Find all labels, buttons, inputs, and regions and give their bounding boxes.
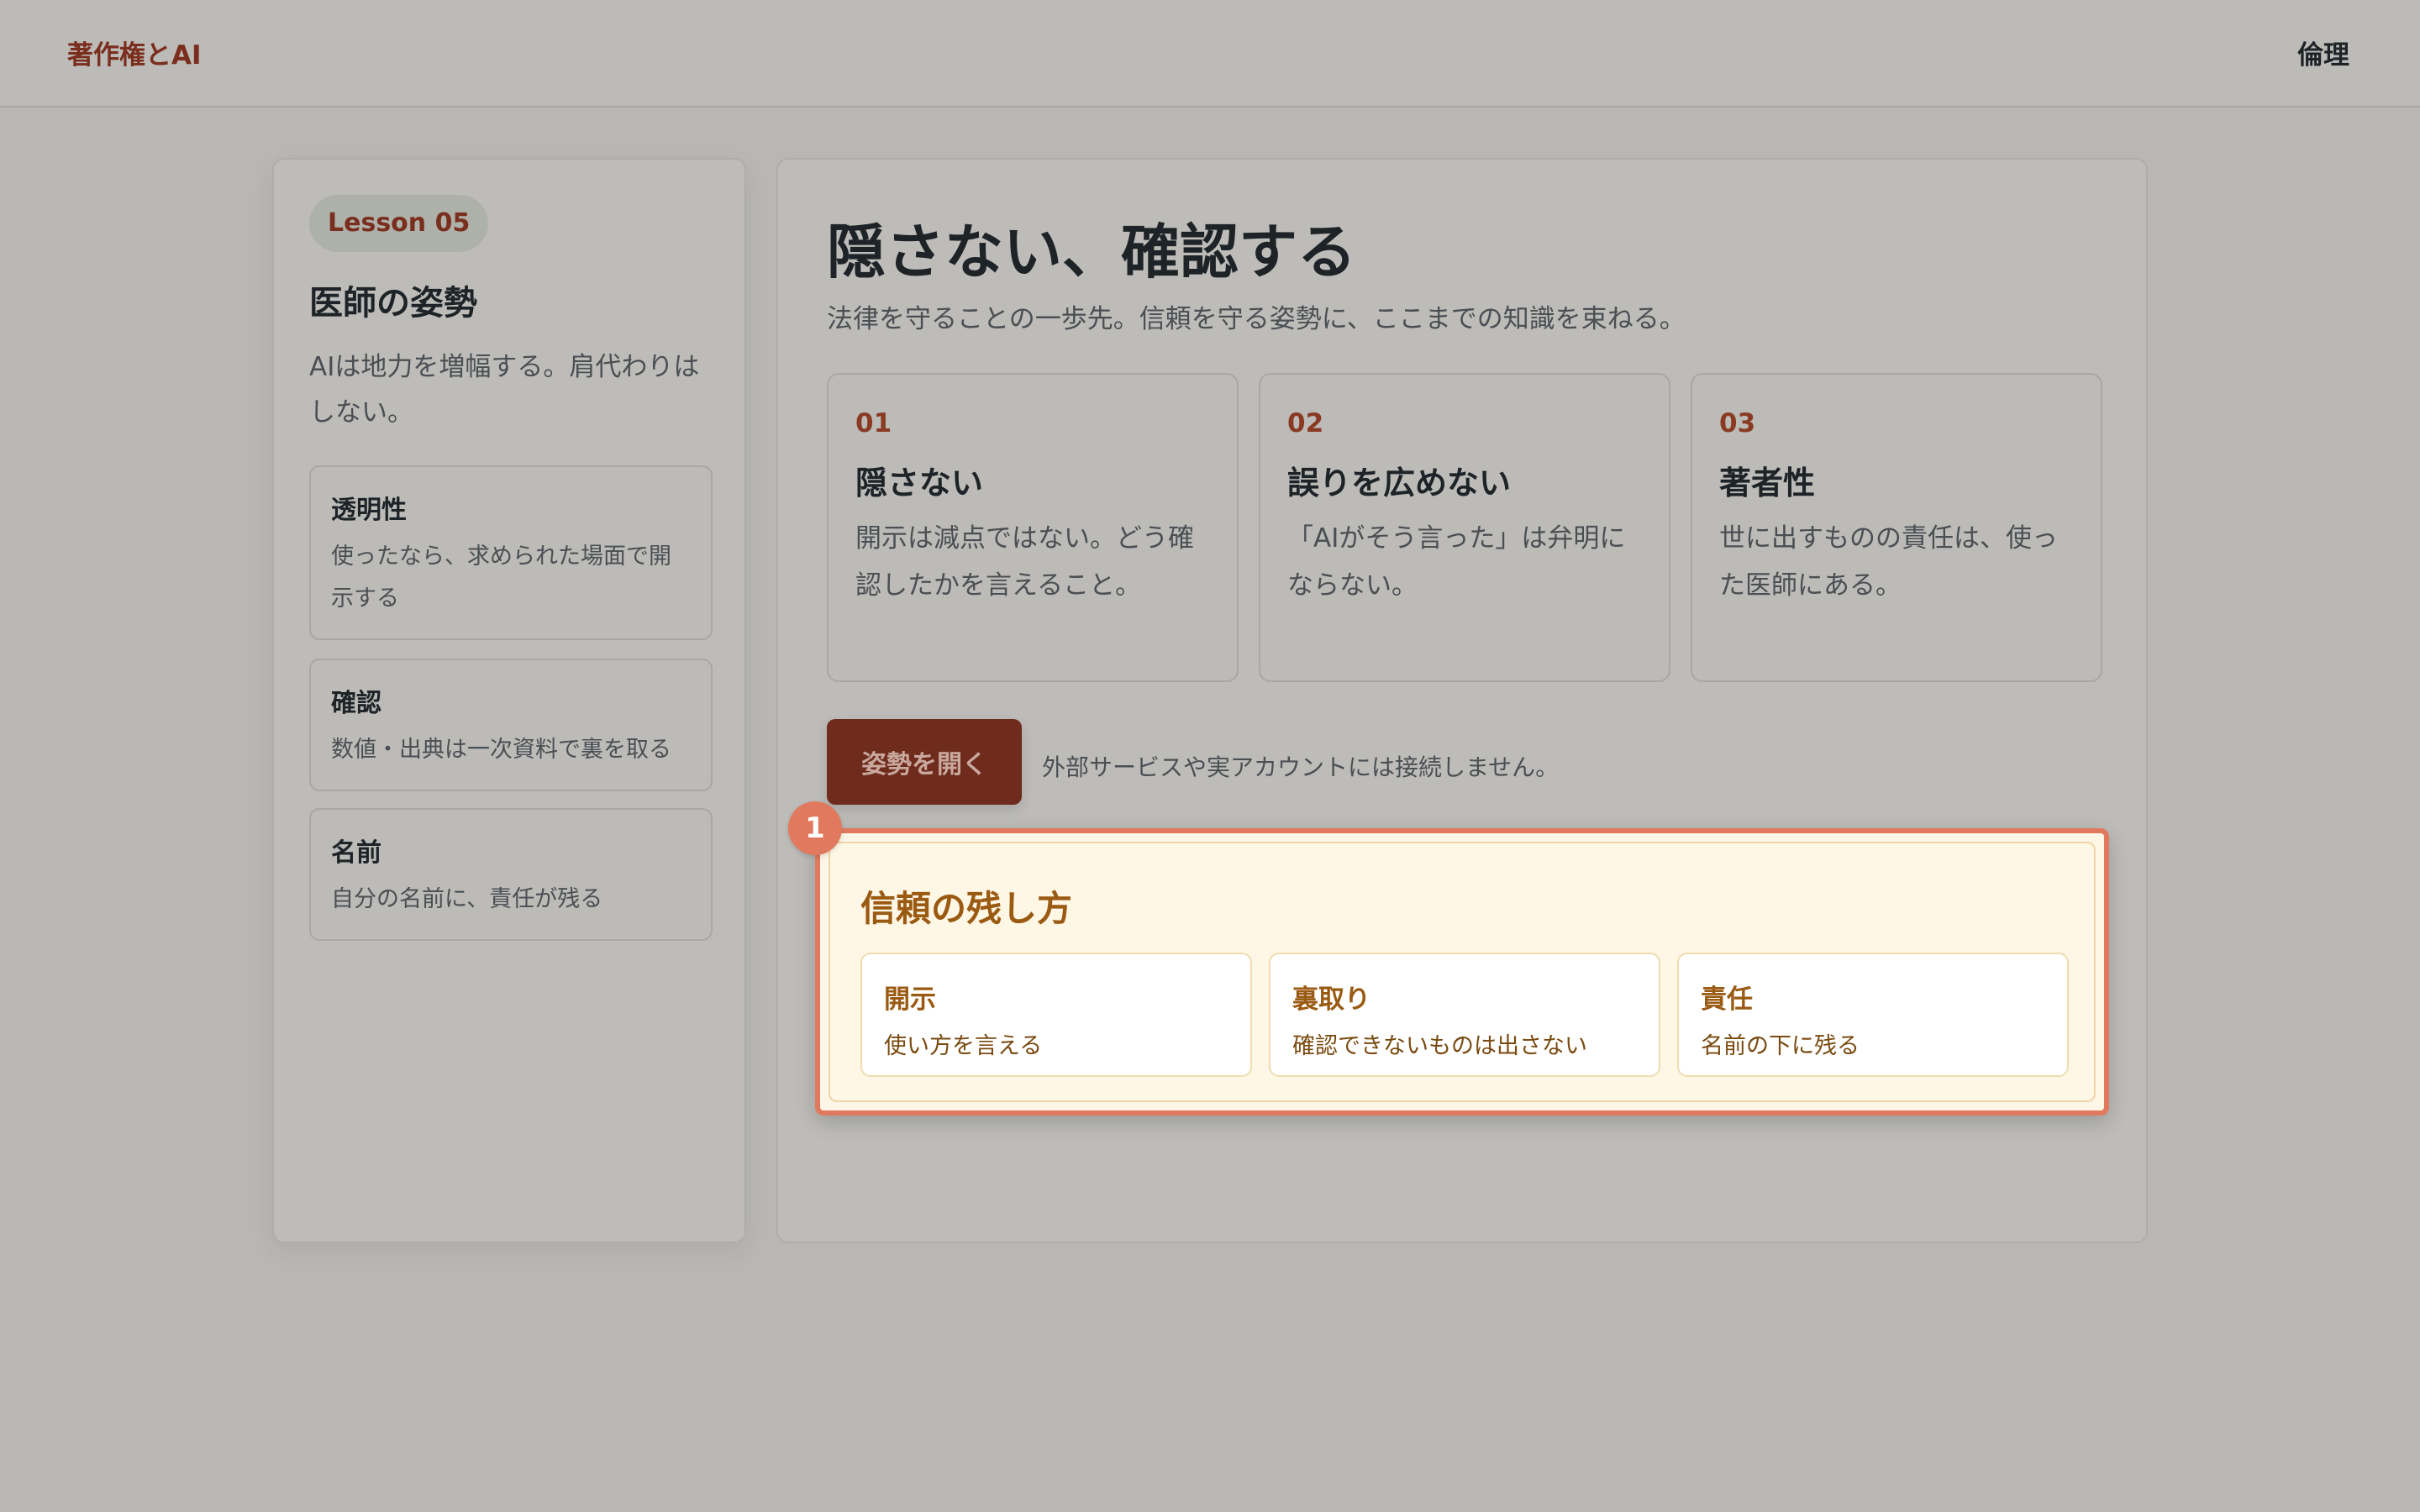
step-number: 02 bbox=[1287, 408, 1324, 438]
reveal-item-disclosure: 開示 使い方を言える bbox=[860, 953, 1252, 1077]
sidebar-description: AIは地力を増幅する。肩代わりはしない。 bbox=[309, 352, 700, 428]
sidebar-card-text: 使ったなら、求められた場面で開示する bbox=[331, 543, 671, 612]
step-card-03: 03 著者性 世に出すものの責任は、使った医師にある。 bbox=[1691, 373, 2102, 682]
step-card-01: 01 隠さない 開示は減点ではない。どう確認したかを言えること。 bbox=[827, 373, 1239, 682]
top-bar: 著作権とAI 倫理 bbox=[0, 0, 2420, 108]
trust-reveal-highlight: 信頼の残し方 開示 使い方を言える 裏取り 確認できないものは出さない 責任 名… bbox=[815, 828, 2109, 1116]
sidebar-title: 医師の姿勢 bbox=[309, 284, 477, 323]
reveal-item-text: 名前の下に残る bbox=[1701, 1033, 1860, 1059]
nav-link-ethics[interactable]: 倫理 bbox=[2297, 34, 2349, 71]
reveal-item-title: 裏取り bbox=[1292, 984, 1370, 1015]
trust-reveal-panel: 信頼の残し方 開示 使い方を言える 裏取り 確認できないものは出さない 責任 名… bbox=[829, 842, 2096, 1102]
sidebar-card-text: 自分の名前に、責任が残る bbox=[331, 886, 603, 912]
step-text: 世に出すものの責任は、使った医師にある。 bbox=[1719, 523, 2058, 601]
sidebar-card-title: 透明性 bbox=[331, 496, 407, 525]
page-subtitle: 法律を守ることの一歩先。信頼を守る姿勢に、ここまでの知識を束ねる。 bbox=[827, 304, 1686, 334]
step-title: 隠さない bbox=[855, 465, 984, 501]
reveal-item-factcheck: 裏取り 確認できないものは出さない bbox=[1269, 953, 1660, 1077]
step-number: 01 bbox=[855, 408, 892, 438]
open-stance-button[interactable]: 姿勢を開く bbox=[827, 719, 1022, 805]
brand-logo[interactable]: 著作権とAI bbox=[67, 34, 202, 71]
sidebar-card-transparency: 透明性 使ったなら、求められた場面で開示する bbox=[309, 465, 713, 640]
step-number: 03 bbox=[1719, 408, 1756, 438]
sidebar: Lesson 05 医師の姿勢 AIは地力を増幅する。肩代わりはしない。 透明性… bbox=[272, 158, 746, 1243]
step-text: 「AIがそう言った」は弁明にならない。 bbox=[1287, 523, 1626, 601]
reveal-item-responsibility: 責任 名前の下に残る bbox=[1677, 953, 2069, 1077]
reveal-title: 信頼の残し方 bbox=[860, 888, 1073, 929]
button-note: 外部サービスや実アカウントには接続しません。 bbox=[1042, 753, 1560, 781]
step-marker-badge: 1 bbox=[788, 801, 842, 855]
step-title: 著者性 bbox=[1719, 465, 1816, 501]
reveal-item-title: 責任 bbox=[1701, 984, 1753, 1015]
step-title: 誤りを広めない bbox=[1287, 465, 1512, 501]
sidebar-card-verify: 確認 数値・出典は一次資料で裏を取る bbox=[309, 659, 713, 791]
sidebar-card-title: 確認 bbox=[331, 689, 381, 718]
reveal-item-title: 開示 bbox=[884, 984, 936, 1015]
sidebar-card-text: 数値・出典は一次資料で裏を取る bbox=[331, 737, 671, 763]
lesson-badge: Lesson 05 bbox=[309, 195, 489, 252]
reveal-item-text: 使い方を言える bbox=[884, 1033, 1043, 1059]
step-card-02: 02 誤りを広めない 「AIがそう言った」は弁明にならない。 bbox=[1259, 373, 1670, 682]
sidebar-card-name: 名前 自分の名前に、責任が残る bbox=[309, 808, 713, 941]
step-text: 開示は減点ではない。どう確認したかを言えること。 bbox=[855, 523, 1194, 601]
sidebar-card-title: 名前 bbox=[331, 838, 381, 868]
page-title: 隠さない、確認する bbox=[827, 218, 1356, 286]
reveal-item-text: 確認できないものは出さない bbox=[1292, 1033, 1587, 1059]
